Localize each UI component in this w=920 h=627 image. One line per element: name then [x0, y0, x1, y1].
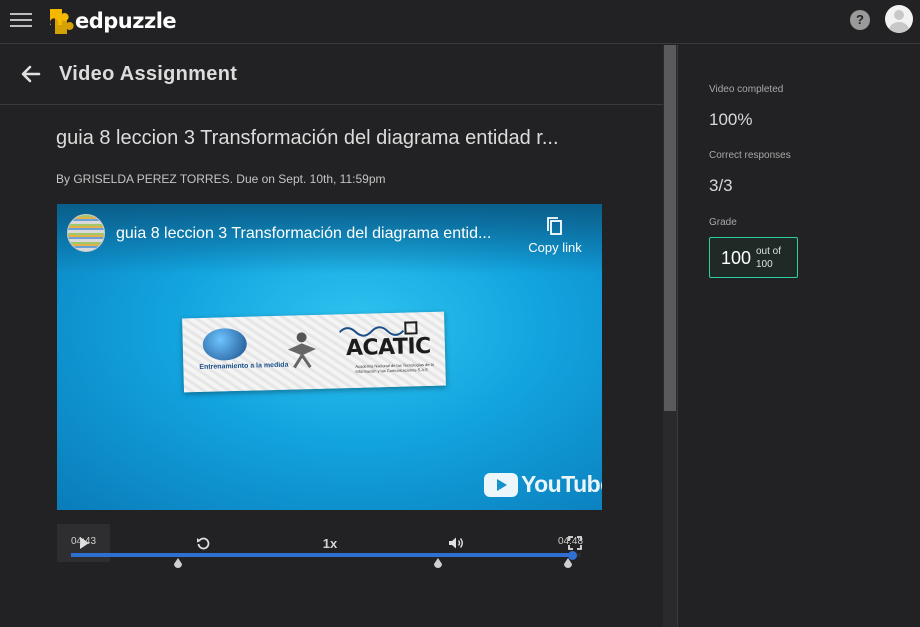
question-circle-icon[interactable]: ?	[850, 10, 870, 30]
edpuzzle-logo[interactable]: edpuzzle	[46, 6, 177, 36]
stats-panel: Video completed 100% Correct responses 3…	[677, 45, 920, 627]
question-marker-icon[interactable]	[563, 558, 573, 570]
youtube-logo[interactable]: YouTube	[484, 471, 602, 498]
question-marker-icon[interactable]	[433, 558, 443, 570]
grade-out-of: out of 100	[756, 245, 781, 271]
grade-value: 100	[721, 248, 752, 268]
player-video-title[interactable]: guia 8 leccion 3 Transformación del diag…	[116, 225, 521, 243]
edpuzzle-puzzle-icon	[50, 9, 74, 34]
progress-fill	[71, 553, 573, 557]
video-completed-value: 100%	[709, 110, 753, 129]
total-time: 04:48	[558, 536, 584, 547]
user-avatar[interactable]	[885, 5, 913, 33]
top-bar: edpuzzle ?	[0, 0, 920, 44]
assignment-meta: By GRISELDA PEREZ TORRES. Due on Sept. 1…	[56, 172, 386, 186]
correct-responses-label: Correct responses	[709, 150, 791, 161]
grade-out-of-total: 100	[756, 259, 773, 270]
copy-link-label: Copy link	[528, 240, 582, 255]
arrow-left-icon[interactable]	[20, 63, 42, 85]
logo-text: edpuzzle	[75, 9, 177, 33]
banner-left-text: Entrenamiento a la medida	[199, 361, 289, 372]
grade-out-of-label: out of	[756, 246, 782, 257]
video-frame-banner: Entrenamiento a la medida ACATIC Academi…	[182, 311, 446, 393]
avatar-head-shape	[894, 10, 904, 20]
current-time: 04:43	[71, 536, 97, 547]
banner-brand: ACATIC	[345, 333, 432, 362]
progress-bar[interactable]	[71, 553, 581, 557]
youtube-play-icon	[484, 472, 518, 497]
youtube-wordmark: YouTube	[521, 471, 602, 497]
scrollbar[interactable]	[663, 45, 677, 627]
scrollbar-thumb[interactable]	[664, 45, 676, 411]
sena-logo-icon	[287, 332, 316, 369]
grade-badge: 100 out of 100	[709, 237, 798, 278]
copy-icon	[547, 217, 562, 235]
channel-avatar[interactable]	[67, 214, 105, 252]
section-header: Video Assignment	[0, 45, 663, 105]
banner-brand-sub: Academia Nacional de las Tecnologías de …	[355, 361, 434, 374]
page-title: Video Assignment	[59, 63, 238, 85]
copy-link-button[interactable]: Copy link	[523, 216, 587, 255]
video-completed-label: Video completed	[709, 84, 784, 95]
assignment-title: guia 8 leccion 3 Transformación del diag…	[56, 127, 559, 149]
hamburger-menu-icon[interactable]	[10, 9, 34, 31]
grade-label: Grade	[709, 217, 737, 228]
correct-responses-value: 3/3	[709, 176, 733, 195]
rewind-icon	[197, 537, 210, 550]
avatar-body-shape	[889, 22, 909, 33]
question-marker-icon[interactable]	[173, 558, 183, 570]
globe-logo-icon	[202, 327, 248, 361]
video-player[interactable]: guia 8 leccion 3 Transformación del diag…	[57, 204, 602, 510]
volume-icon	[449, 537, 463, 549]
